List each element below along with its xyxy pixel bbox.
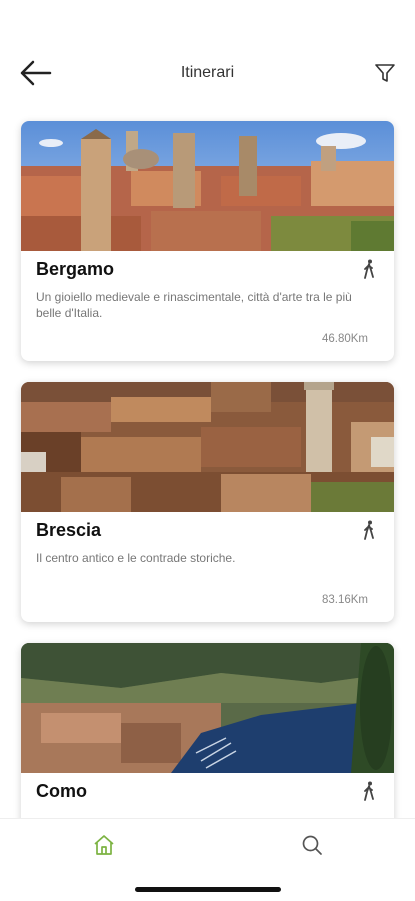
card-title: Bergamo bbox=[36, 259, 115, 279]
header: Itinerari bbox=[0, 0, 415, 120]
walking-person-icon bbox=[364, 520, 374, 540]
search-icon[interactable] bbox=[300, 833, 324, 857]
card-description: Il centro antico e le contrade storiche. bbox=[36, 551, 236, 565]
card-title: Como bbox=[36, 781, 87, 801]
itinerary-list: Bergamo Un gioiello medievale e rinascim… bbox=[0, 0, 415, 818]
card-title: Brescia bbox=[36, 520, 102, 540]
card-distance: 83.16Km bbox=[321, 594, 368, 606]
home-icon[interactable] bbox=[92, 833, 116, 857]
card-description: Un gioiello medievale e rinascimentale, … bbox=[36, 290, 352, 320]
card-distance: 46.80Km bbox=[321, 333, 368, 345]
home-indicator bbox=[135, 887, 281, 892]
brescia-photo bbox=[21, 382, 394, 512]
filter-icon[interactable] bbox=[373, 61, 397, 85]
bergamo-photo bbox=[21, 121, 394, 251]
itinerary-card-bergamo[interactable]: Bergamo Un gioiello medievale e rinascim… bbox=[21, 121, 394, 361]
itinerary-card-como[interactable]: Como bbox=[21, 643, 394, 818]
walking-person-icon bbox=[364, 781, 374, 801]
page-title: Itinerari bbox=[180, 64, 235, 81]
walking-person-icon bbox=[364, 259, 374, 279]
como-photo bbox=[21, 643, 394, 773]
bottom-nav bbox=[0, 818, 415, 901]
itinerary-card-brescia[interactable]: Brescia Il centro antico e le contrade s… bbox=[21, 382, 394, 622]
